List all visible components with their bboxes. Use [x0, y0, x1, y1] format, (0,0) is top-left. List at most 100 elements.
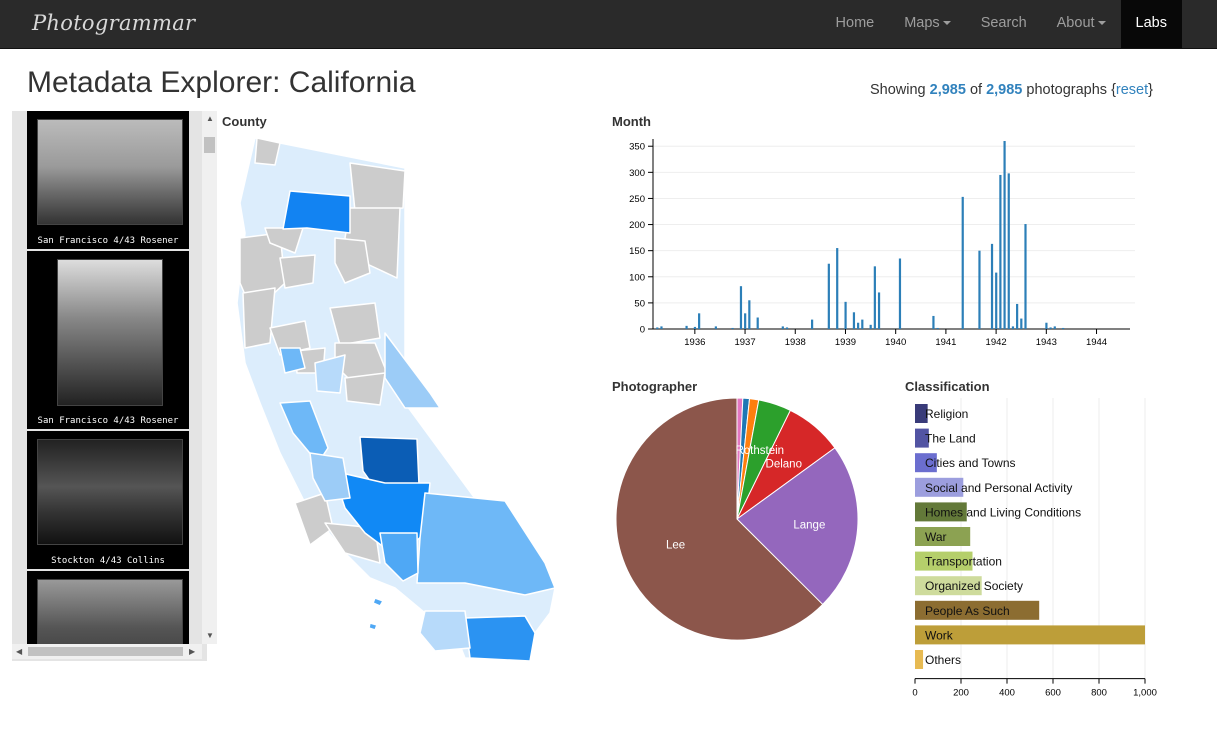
nav-search-label: Search: [980, 15, 1027, 31]
x-tick-label: 400: [999, 688, 1015, 698]
pie-label: Lange: [793, 520, 825, 532]
county-region: [368, 622, 378, 631]
month-bar: [685, 325, 688, 329]
scrollbar-thumb[interactable]: [204, 137, 215, 153]
month-bar: [852, 312, 856, 329]
month-bar: [1062, 327, 1065, 329]
thumbnail-list: San Francisco 4/43 Rosener San Francisco…: [27, 111, 202, 644]
month-bar: [1007, 173, 1010, 329]
x-tick-label: 0: [912, 688, 917, 698]
nav-maps[interactable]: Maps: [889, 0, 965, 48]
classification-chart-title: Classification: [905, 379, 990, 394]
thumbnail[interactable]: [27, 571, 189, 644]
nav-home[interactable]: Home: [821, 0, 890, 48]
thumbnail[interactable]: San Francisco 4/43 Rosener: [27, 251, 189, 429]
month-bar: [660, 326, 663, 329]
nav-labs[interactable]: Labs: [1120, 0, 1182, 48]
month-bar: [936, 327, 939, 329]
pie-label: Rothstein: [735, 445, 784, 457]
counter-shown: 2,985: [929, 82, 966, 98]
classification-label: Homes and Living Conditions: [925, 505, 1081, 519]
month-bar: [898, 258, 902, 329]
x-tick-label: 800: [1091, 688, 1107, 698]
reset-link[interactable]: reset: [1116, 82, 1148, 98]
vertical-scrollbar[interactable]: ▲ ▼: [202, 111, 217, 644]
thumbnail[interactable]: Stockton 4/43 Collins: [27, 431, 189, 569]
thumbnail-panel: San Francisco 4/43 Rosener San Francisco…: [12, 111, 217, 661]
thumbnail-caption: San Francisco 4/43 Rosener: [37, 236, 179, 246]
y-tick-label: 300: [629, 168, 645, 179]
x-tick-label: 1943: [1036, 337, 1057, 348]
x-tick-label: 1944: [1086, 337, 1107, 348]
month-bar: [961, 196, 964, 329]
scroll-up-icon[interactable]: ▲: [206, 114, 214, 123]
horizontal-scrollbar[interactable]: ◀ ▶: [12, 644, 202, 659]
month-bar: [1011, 326, 1015, 329]
counter-of: of: [969, 82, 983, 98]
nav-search[interactable]: Search: [966, 0, 1042, 48]
month-bar: [811, 319, 814, 329]
month-bar: [995, 272, 998, 329]
y-tick-label: 250: [629, 194, 645, 205]
pie-label: Lee: [666, 540, 685, 552]
month-bar: [990, 243, 994, 329]
classification-bar: [915, 650, 924, 669]
nav-menu: Home Maps Search About Labs: [821, 0, 1182, 48]
x-tick-label: 1940: [885, 337, 906, 348]
scroll-down-icon[interactable]: ▼: [206, 631, 214, 640]
month-bar: [693, 326, 697, 329]
county-map[interactable]: [225, 133, 565, 663]
month-bar: [1016, 303, 1019, 329]
month-bar: [873, 266, 876, 329]
month-bar: [869, 324, 872, 329]
x-tick-label: 1942: [986, 337, 1007, 348]
nav-about-label: About: [1056, 15, 1095, 31]
classification-label: War: [925, 530, 947, 544]
nav-about[interactable]: About: [1042, 0, 1121, 48]
classification-label: Cities and Towns: [925, 456, 1016, 470]
month-bar: [731, 327, 734, 329]
scroll-left-icon[interactable]: ◀: [16, 647, 22, 656]
month-bar: [744, 313, 747, 329]
county-region: [419, 610, 471, 652]
scrollbar-thumb[interactable]: [28, 647, 183, 656]
county-region: [254, 137, 281, 166]
brand-logo[interactable]: Photogrammar: [32, 11, 195, 35]
scroll-right-icon[interactable]: ▶: [189, 647, 195, 656]
month-bar: [698, 313, 701, 329]
x-tick-label: 1937: [734, 337, 755, 348]
photographer-pie-chart[interactable]: RothsteinDelano Lange Lee: [612, 398, 862, 648]
thumbnail-photo: [37, 119, 183, 225]
month-bar: [739, 286, 743, 329]
thumbnail-photo: [37, 439, 183, 545]
month-bar: [1003, 141, 1006, 329]
counter-suffix: photographs: [1026, 82, 1108, 98]
y-tick-label: 350: [629, 142, 645, 153]
month-bar: [1049, 327, 1052, 329]
nav-home-label: Home: [835, 15, 875, 31]
y-tick-label: 0: [640, 325, 645, 336]
nav-labs-label: Labs: [1135, 15, 1167, 31]
month-bar: [836, 248, 839, 329]
county-region: [416, 492, 556, 596]
month-chart-title: Month: [612, 114, 651, 129]
photo-counter: Showing 2,985 of 2,985 photographs {rese…: [870, 82, 1153, 98]
county-region: [464, 615, 536, 662]
month-bar: [827, 263, 830, 329]
classification-label: Religion: [925, 407, 968, 421]
month-bar: [999, 174, 1002, 329]
x-tick-label: 1938: [785, 337, 806, 348]
month-bar: [932, 315, 935, 329]
month-bar: [1024, 224, 1027, 329]
thumbnail-photo: [57, 259, 163, 406]
county-region: [344, 372, 386, 406]
classification-bar-chart[interactable]: 0 200 400 600 800 1,000 Religion The Land Cities…: [905, 398, 1175, 698]
x-tick-label: 200: [953, 688, 969, 698]
month-chart[interactable]: 0 50 100 150 200 250 300 350 1936 1937 1938 1939 194…: [610, 133, 1150, 355]
county-label: County: [222, 114, 267, 129]
month-bar: [978, 250, 981, 329]
classification-label: People As Such: [925, 604, 1010, 618]
county-region: [279, 254, 316, 289]
photographer-chart-title: Photographer: [612, 379, 698, 394]
thumbnail[interactable]: San Francisco 4/43 Rosener: [27, 111, 189, 249]
